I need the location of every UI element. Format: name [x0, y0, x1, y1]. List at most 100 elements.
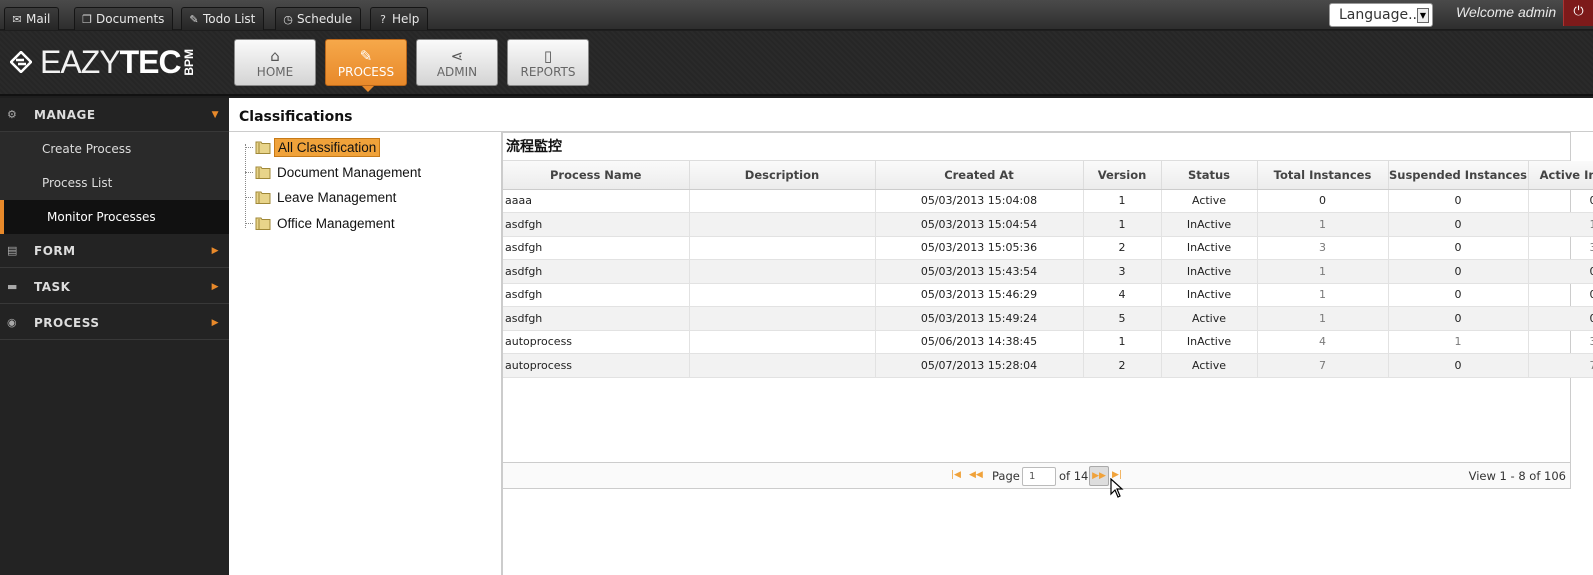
cell-created-at: 05/03/2013 15:49:24: [875, 306, 1084, 331]
welcome-text: Welcome admin: [1456, 4, 1557, 20]
cell-version: 2: [1083, 236, 1162, 260]
nav-admin-button[interactable]: ⋖ ADMIN: [416, 39, 498, 86]
cell-active-instances-link[interactable]: 1: [1528, 212, 1593, 237]
cell-process-name: asdfgh: [503, 306, 690, 331]
cell-total-instances-link[interactable]: 7: [1257, 353, 1389, 378]
logo[interactable]: EAZYTEC BPM: [10, 44, 196, 80]
table-row[interactable]: asdfgh 05/03/2013 15:49:24 5 Active 1 0 …: [503, 306, 1593, 331]
nav-home-button[interactable]: ⌂ HOME: [234, 39, 316, 86]
sidebar-item-create-process[interactable]: Create Process: [0, 132, 229, 166]
cell-suspended-instances: 0: [1388, 236, 1529, 260]
schedule-link[interactable]: ◷ Schedule: [275, 7, 362, 30]
logo-text: EAZYTEC: [40, 44, 182, 80]
help-link[interactable]: ? Help: [370, 7, 429, 30]
sidebar-section-task[interactable]: ▬ TASK ▶: [0, 270, 229, 304]
caret-right-icon: ▶: [211, 318, 219, 328]
power-icon: ⏻: [1573, 4, 1584, 19]
cell-active-instances-link[interactable]: 3: [1528, 236, 1593, 260]
documents-link[interactable]: ❐ Documents: [74, 7, 174, 30]
column-header-version[interactable]: Version: [1083, 161, 1162, 190]
cell-suspended-instances: 0: [1388, 212, 1529, 237]
tree-border: [502, 489, 503, 575]
cell-active-instances: 0: [1528, 189, 1593, 213]
cell-suspended-instances-link[interactable]: 1: [1388, 330, 1529, 354]
table-row[interactable]: asdfgh 05/03/2013 15:04:54 1 InActive 1 …: [503, 212, 1593, 237]
tree-node-leave-management[interactable]: Leave Management: [245, 187, 399, 207]
page-number-input[interactable]: 1: [1022, 467, 1056, 486]
cell-active-instances: 0: [1528, 283, 1593, 307]
table-row[interactable]: autoprocess 05/07/2013 15:28:04 2 Active…: [503, 353, 1593, 378]
column-header-created-at[interactable]: Created At: [875, 161, 1084, 190]
tree-branch: [245, 222, 253, 224]
table-row[interactable]: aaaa 05/03/2013 15:04:08 1 Active 0 0 0: [503, 189, 1593, 213]
cell-suspended-instances: 0: [1388, 353, 1529, 378]
page-count: of 14: [1059, 469, 1089, 483]
clock-icon: ◷: [283, 13, 293, 26]
nav-process-button[interactable]: ✎ PROCESS: [325, 39, 407, 92]
cell-total-instances-link[interactable]: 3: [1257, 236, 1389, 260]
table-row[interactable]: asdfgh 05/03/2013 15:43:54 3 InActive 1 …: [503, 259, 1593, 284]
table-row[interactable]: asdfgh 05/03/2013 15:05:36 2 InActive 3 …: [503, 236, 1593, 260]
tree-branch: [245, 196, 253, 198]
sidebar-section-form[interactable]: ▤ FORM ▶: [0, 234, 229, 268]
logout-button[interactable]: ⏻: [1563, 0, 1593, 26]
table-row[interactable]: asdfgh 05/03/2013 15:46:29 4 InActive 1 …: [503, 283, 1593, 307]
sidebar-section-manage[interactable]: ⚙ MANAGE ▼: [0, 98, 229, 132]
cell-total-instances-link[interactable]: 1: [1257, 306, 1389, 331]
cell-created-at: 05/03/2013 15:04:54: [875, 212, 1084, 237]
cell-description: [689, 212, 876, 237]
cell-version: 4: [1083, 283, 1162, 307]
view-range-text: View 1 - 8 of 106: [1468, 469, 1566, 483]
todo-list-label: Todo List: [203, 12, 256, 26]
cell-active-instances: 0: [1528, 306, 1593, 331]
mail-link[interactable]: ✉ Mail: [4, 7, 60, 30]
tree-node-label: Office Management: [277, 215, 395, 231]
cell-process-name: aaaa: [503, 189, 690, 213]
sidebar-item-process-list[interactable]: Process List: [0, 166, 229, 200]
sidebar-item-monitor-processes[interactable]: Monitor Processes: [0, 200, 229, 234]
help-label: Help: [392, 12, 420, 26]
cell-version: 2: [1083, 353, 1162, 378]
cell-process-name: autoprocess: [503, 330, 690, 354]
page-title: Classifications: [239, 109, 353, 125]
cell-status: Active: [1161, 189, 1258, 213]
folder-icon: [255, 165, 271, 179]
cell-created-at: 05/03/2013 15:46:29: [875, 283, 1084, 307]
next-page-button[interactable]: ▶▶: [1089, 466, 1109, 486]
help-icon: ?: [380, 13, 386, 26]
nav-home-label: HOME: [256, 65, 294, 79]
tree-node-document-management[interactable]: Document Management: [245, 162, 424, 182]
column-header-total-instances[interactable]: Total Instances: [1257, 161, 1389, 190]
column-header-suspended-instances[interactable]: Suspended Instances: [1388, 161, 1529, 190]
prev-page-icon[interactable]: ◀◀: [969, 470, 983, 480]
process-label: PROCESS: [34, 316, 100, 330]
tree-node-office-management[interactable]: Office Management: [245, 213, 398, 233]
sidebar-section-process[interactable]: ◉ PROCESS ▶: [0, 306, 229, 340]
column-header-description[interactable]: Description: [689, 161, 876, 190]
cell-description: [689, 330, 876, 354]
column-header-active-instances[interactable]: Active Instances: [1528, 161, 1593, 190]
cell-total-instances-link[interactable]: 1: [1257, 212, 1389, 237]
cell-status: InActive: [1161, 330, 1258, 354]
cell-active-instances-link[interactable]: 7: [1528, 353, 1593, 378]
cell-total-instances-link[interactable]: 1: [1257, 283, 1389, 307]
first-page-icon[interactable]: |◀: [951, 470, 961, 480]
nav-process-label: PROCESS: [337, 65, 395, 79]
table-row[interactable]: autoprocess 05/06/2013 14:38:45 1 InActi…: [503, 330, 1593, 354]
cell-total-instances-link[interactable]: 4: [1257, 330, 1389, 354]
cell-description: [689, 306, 876, 331]
mail-icon: ✉: [12, 13, 22, 26]
folder-icon: [255, 190, 271, 204]
process-monitor-grid: 流程監控 Process Name Description Created At…: [502, 132, 1593, 488]
column-header-process-name[interactable]: Process Name: [503, 161, 690, 190]
language-select[interactable]: Language.. ▼: [1329, 3, 1433, 27]
cell-version: 5: [1083, 306, 1162, 331]
cell-total-instances-link[interactable]: 1: [1257, 259, 1389, 284]
tree-node-label: All Classification: [274, 137, 381, 157]
nav-reports-button[interactable]: ▯ REPORTS: [507, 39, 589, 86]
cogs-icon: ⚙: [7, 108, 18, 121]
tree-node-all-classification[interactable]: All Classification: [245, 137, 381, 157]
cell-active-instances-link[interactable]: 3: [1528, 330, 1593, 354]
column-header-status[interactable]: Status: [1161, 161, 1258, 190]
todo-list-link[interactable]: ✎ Todo List: [181, 7, 265, 30]
